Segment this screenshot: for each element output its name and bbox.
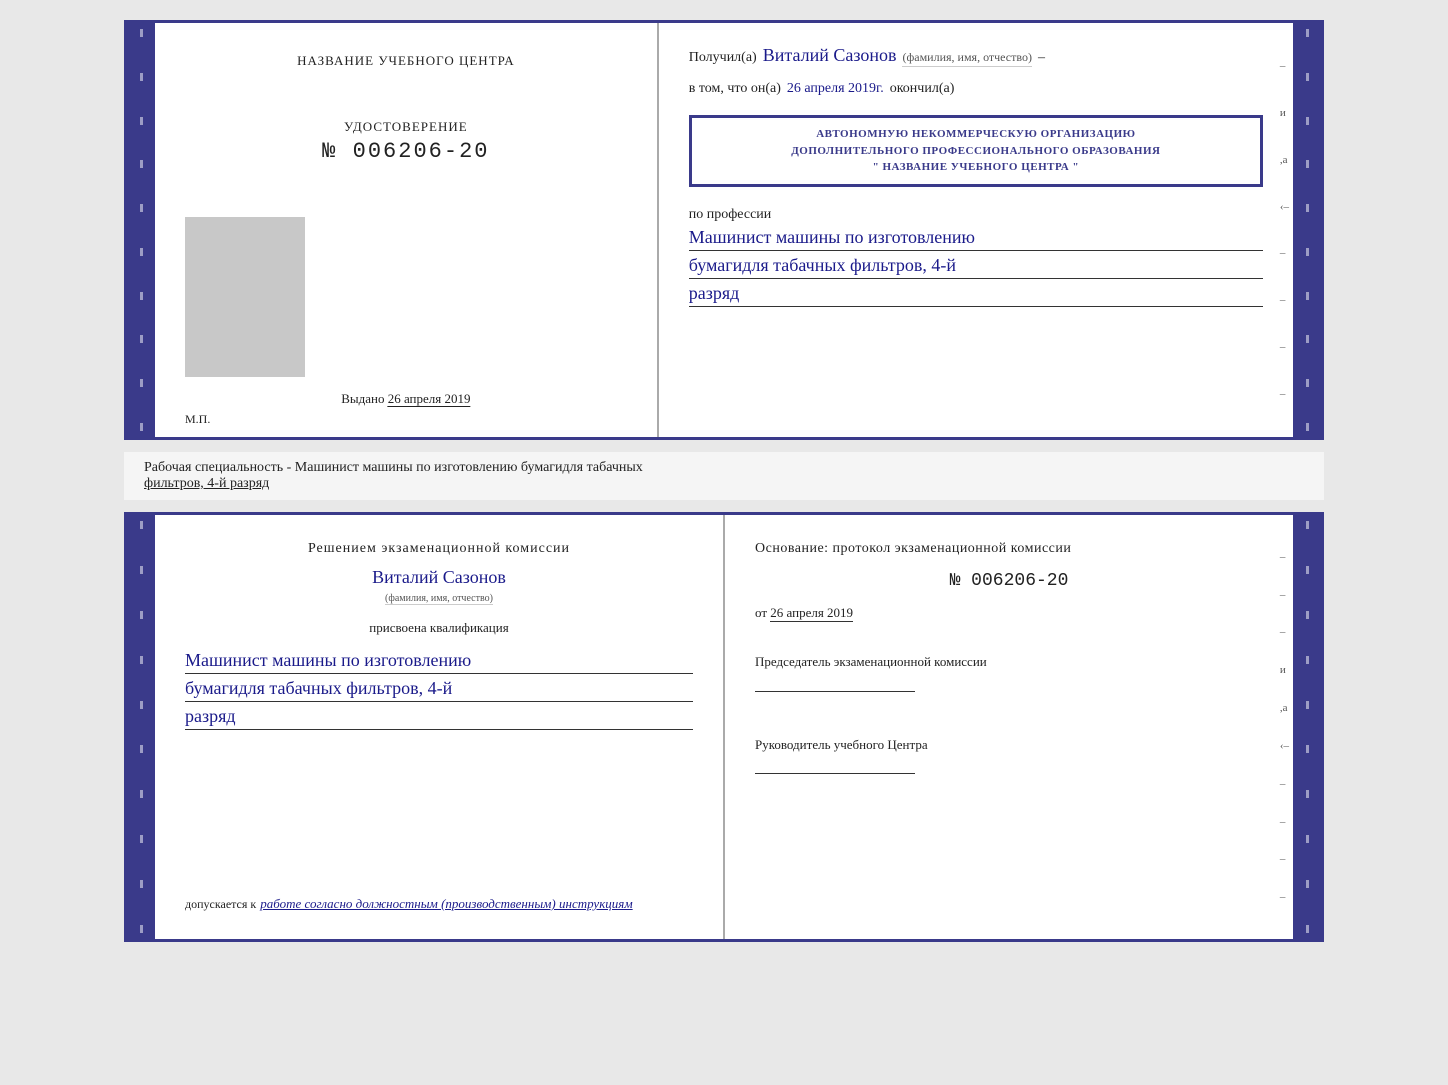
basis-date-value: 26 апреля 2019 (770, 605, 853, 622)
bottom-specialty-underline: фильтров, 4-й разряд (144, 476, 269, 491)
bottom-recipient-name: Виталий Сазонов (372, 567, 506, 587)
allowed-text: работе согласно должностным (производств… (260, 896, 632, 911)
photo-placeholder (185, 217, 305, 377)
stamp-line3: " НАЗВАНИЕ УЧЕБНОГО ЦЕНТРА " (706, 159, 1246, 176)
cert-bottom-left-panel: Решением экзаменационной комиссии Витали… (155, 515, 725, 939)
side-marks-top: – и ,а ‹– – – – – (1276, 23, 1293, 437)
date-handwritten: 26 апреля 2019г. (787, 81, 884, 97)
profession-section: по профессии Машинист машины по изготовл… (689, 205, 1263, 307)
dash-separator: – (1038, 50, 1045, 66)
qualification-label: присвоена квалификация (185, 620, 693, 636)
cert-number: № 006206-20 (322, 139, 489, 164)
qual-line3: разряд (185, 706, 693, 730)
side-marks-bottom: – – – и ,а ‹– – – – – (1276, 515, 1293, 939)
certificate-bottom: Решением экзаменационной комиссии Витали… (124, 512, 1324, 942)
allowed-label: допускается к (185, 897, 256, 911)
qualification-section: Машинист машины по изготовлению бумагидл… (185, 646, 693, 730)
finished-label: окончил(а) (890, 81, 955, 97)
in-that-row: в том, что он(а) 26 апреля 2019г. окончи… (689, 81, 1263, 97)
mp-label: М.П. (185, 412, 210, 427)
chairman-label: Председатель экзаменационной комиссии (755, 652, 1263, 672)
basis-title: Основание: протокол экзаменационной коми… (755, 541, 1263, 557)
qual-line1: Машинист машины по изготовлению (185, 650, 693, 674)
received-label: Получил(а) (689, 50, 757, 66)
head-signature-line (755, 754, 915, 774)
bottom-specialty-area: Рабочая специальность - Машинист машины … (124, 452, 1324, 500)
spine-right-bottom (1293, 515, 1321, 939)
cert-label: УДОСТОВЕРЕНИЕ (344, 119, 468, 135)
certificate-top: НАЗВАНИЕ УЧЕБНОГО ЦЕНТРА УДОСТОВЕРЕНИЕ №… (124, 20, 1324, 440)
name-subtitle-top: (фамилия, имя, отчество) (902, 50, 1031, 67)
stamp-line2: ДОПОЛНИТЕЛЬНОГО ПРОФЕССИОНАЛЬНОГО ОБРАЗО… (706, 143, 1246, 160)
basis-number: № 006206-20 (755, 571, 1263, 591)
recipient-name: Виталий Сазонов (763, 45, 897, 66)
bottom-name-subtitle: (фамилия, имя, отчество) (385, 593, 493, 605)
issued-label: Выдано (341, 391, 384, 406)
spine-right (1293, 23, 1321, 437)
bottom-specialty-text: Рабочая специальность - Машинист машины … (144, 460, 643, 475)
stamp-box: АВТОНОМНУЮ НЕКОММЕРЧЕСКУЮ ОРГАНИЗАЦИЮ ДО… (689, 115, 1263, 187)
cert-bottom-right-panel: Основание: протокол экзаменационной коми… (725, 515, 1293, 939)
decision-title: Решением экзаменационной комиссии (185, 541, 693, 557)
bottom-name-section: Виталий Сазонов (фамилия, имя, отчество) (185, 567, 693, 606)
profession-label: по профессии (689, 207, 772, 222)
in-that-label: в том, что он(а) (689, 81, 781, 97)
head-label: Руководитель учебного Центра (755, 735, 1263, 755)
cert-right-panel: Получил(а) Виталий Сазонов (фамилия, имя… (659, 23, 1293, 437)
basis-date-row: от 26 апреля 2019 (755, 605, 1263, 622)
issued-date: 26 апреля 2019 (388, 391, 471, 407)
issued-info: Выдано 26 апреля 2019 (341, 391, 470, 407)
spine-left (127, 23, 155, 437)
received-row: Получил(а) Виталий Сазонов (фамилия, имя… (689, 45, 1263, 67)
stamp-line1: АВТОНОМНУЮ НЕКОММЕРЧЕСКУЮ ОРГАНИЗАЦИЮ (706, 126, 1246, 143)
qual-line2: бумагидля табачных фильтров, 4-й (185, 678, 693, 702)
chairman-signature-line (755, 672, 915, 692)
cert-left-panel: НАЗВАНИЕ УЧЕБНОГО ЦЕНТРА УДОСТОВЕРЕНИЕ №… (155, 23, 659, 437)
profession-line3: разряд (689, 283, 1263, 307)
chairman-section: Председатель экзаменационной комиссии (755, 652, 1263, 697)
profession-line1: Машинист машины по изготовлению (689, 227, 1263, 251)
head-section: Руководитель учебного Центра (755, 735, 1263, 780)
training-center-title-top: НАЗВАНИЕ УЧЕБНОГО ЦЕНТРА (297, 53, 514, 69)
spine-left-bottom (127, 515, 155, 939)
profession-line2: бумагидля табачных фильтров, 4-й (689, 255, 1263, 279)
basis-date-prefix: от (755, 605, 767, 620)
allowed-section: допускается к работе согласно должностны… (185, 879, 693, 913)
